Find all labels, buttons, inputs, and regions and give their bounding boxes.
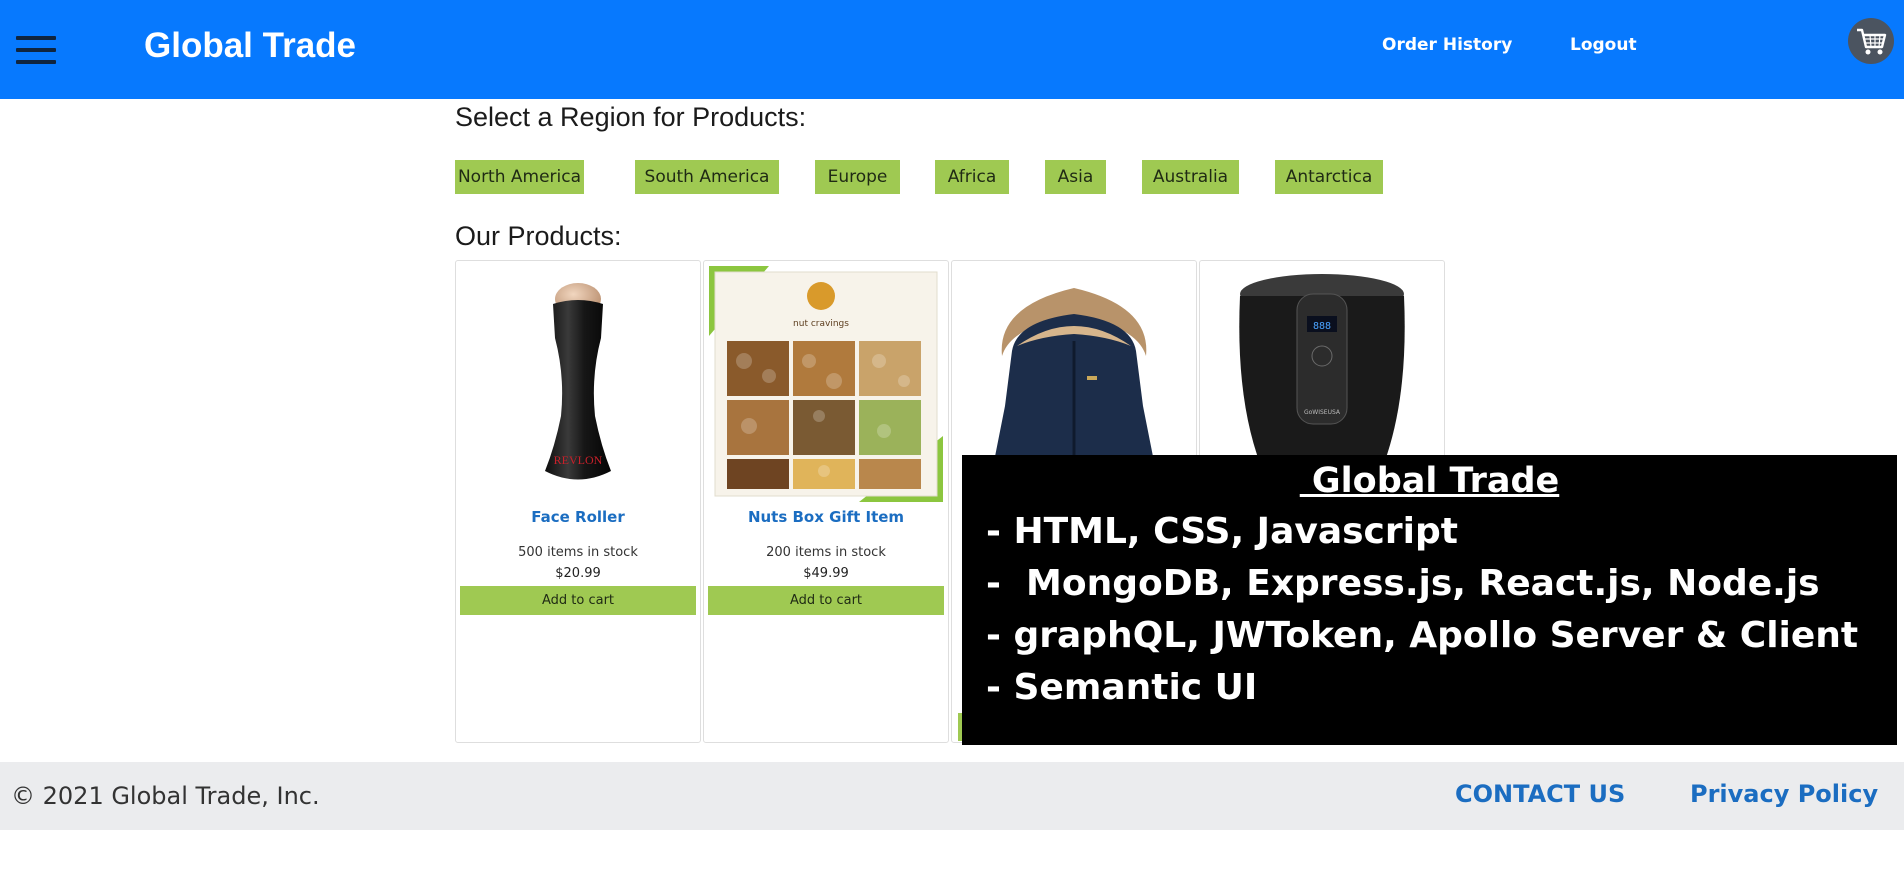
nav-order-history[interactable]: Order History	[1382, 34, 1512, 56]
face-roller-image[interactable]: REVLON	[461, 266, 695, 502]
region-antarctica[interactable]: Antarctica	[1275, 160, 1383, 194]
overlay-title: Global Trade	[1299, 461, 1560, 501]
revlon-logo-text: REVLON	[554, 453, 603, 467]
product-price: $20.99	[555, 566, 601, 581]
add-to-cart-button[interactable]: Add to cart	[708, 586, 944, 615]
nuts-gift-box-image[interactable]: nut cravings	[709, 266, 943, 502]
region-europe[interactable]: Europe	[815, 160, 900, 194]
privacy-policy-link[interactable]: Privacy Policy	[1690, 780, 1878, 808]
product-stock: 500 items in stock	[518, 545, 638, 560]
shopping-cart-icon[interactable]	[1848, 18, 1894, 64]
gowise-logo-text: GoWISEUSA	[1304, 409, 1341, 416]
nut-cravings-logo-text: nut cravings	[793, 319, 849, 329]
tech-stack-overlay: Global Trade - HTML, CSS, Javascript - M…	[962, 455, 1897, 745]
hamburger-menu-icon[interactable]	[16, 36, 56, 64]
overlay-line: - graphQL, JWToken, Apollo Server & Clie…	[986, 615, 1859, 656]
footer: © 2021 Global Trade, Inc. CONTACT US Pri…	[0, 762, 1904, 830]
overlay-line: - MongoDB, Express.js, React.js, Node.js	[986, 563, 1820, 604]
region-south-america[interactable]: South America	[635, 160, 779, 194]
brand-title[interactable]: Global Trade	[144, 26, 356, 66]
contact-us-link[interactable]: CONTACT US	[1455, 780, 1625, 808]
product-price: $49.99	[803, 566, 849, 581]
top-navbar: Global Trade Order History Logout	[0, 0, 1904, 99]
region-australia[interactable]: Australia	[1142, 160, 1239, 194]
products-heading: Our Products:	[455, 221, 622, 251]
copyright-text: © 2021 Global Trade, Inc.	[11, 782, 320, 810]
fryer-display-text: 888	[1313, 321, 1331, 332]
overlay-line: - Semantic UI	[986, 667, 1258, 708]
region-heading: Select a Region for Products:	[455, 102, 807, 132]
product-stock: 200 items in stock	[766, 545, 886, 560]
product-name[interactable]: Face Roller	[456, 508, 700, 526]
product-name[interactable]: Nuts Box Gift Item	[704, 508, 948, 526]
region-africa[interactable]: Africa	[935, 160, 1009, 194]
region-asia[interactable]: Asia	[1045, 160, 1106, 194]
region-north-america[interactable]: North America	[455, 160, 584, 194]
nav-logout[interactable]: Logout	[1570, 34, 1637, 56]
product-card-nuts-box: nut cravings Nuts Box Gift Item 200 item…	[703, 260, 949, 743]
overlay-line: - HTML, CSS, Javascript	[986, 511, 1458, 552]
add-to-cart-button[interactable]: Add to cart	[460, 586, 696, 615]
product-card-face-roller: REVLON Face Roller 500 items in stock $2…	[455, 260, 701, 743]
